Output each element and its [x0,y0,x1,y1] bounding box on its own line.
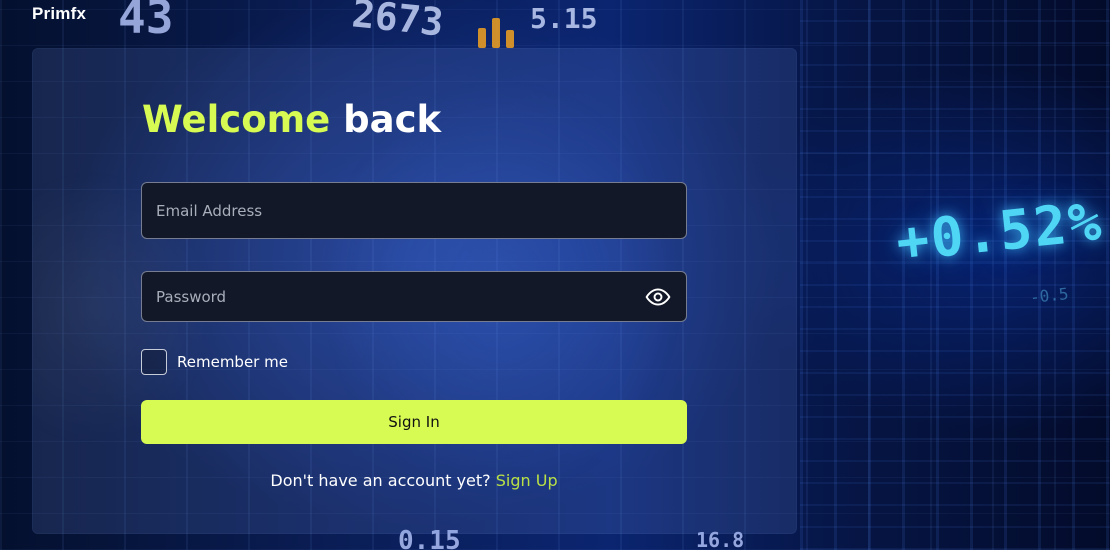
remember-checkbox[interactable] [141,349,167,375]
background-columns [800,0,1110,550]
email-input[interactable] [156,201,672,220]
background-number: 5.15 [530,2,598,35]
background-ticker-small: -0.5 [1029,284,1070,307]
eye-icon[interactable] [644,283,672,311]
email-field[interactable] [141,182,687,239]
page-title: Welcome back [142,98,441,141]
remember-me[interactable]: Remember me [141,349,288,375]
brand-logo: Primfx [32,4,87,23]
title-accent: Welcome [142,98,331,141]
background-bar [492,18,500,48]
sign-in-button[interactable]: Sign In [141,400,687,444]
no-account-text: Don't have an account yet? [270,471,491,490]
background-number: 43 [118,0,174,44]
signup-prompt: Don't have an account yet? Sign Up [141,471,687,490]
password-field[interactable] [141,271,687,322]
remember-label: Remember me [177,353,288,371]
login-panel: Welcome back Remember me Sign In Don't h… [32,48,797,534]
background-bar [506,30,514,48]
title-rest: back [343,98,442,141]
background-bar [478,28,486,48]
sign-up-link[interactable]: Sign Up [496,471,558,490]
password-input[interactable] [156,287,644,306]
